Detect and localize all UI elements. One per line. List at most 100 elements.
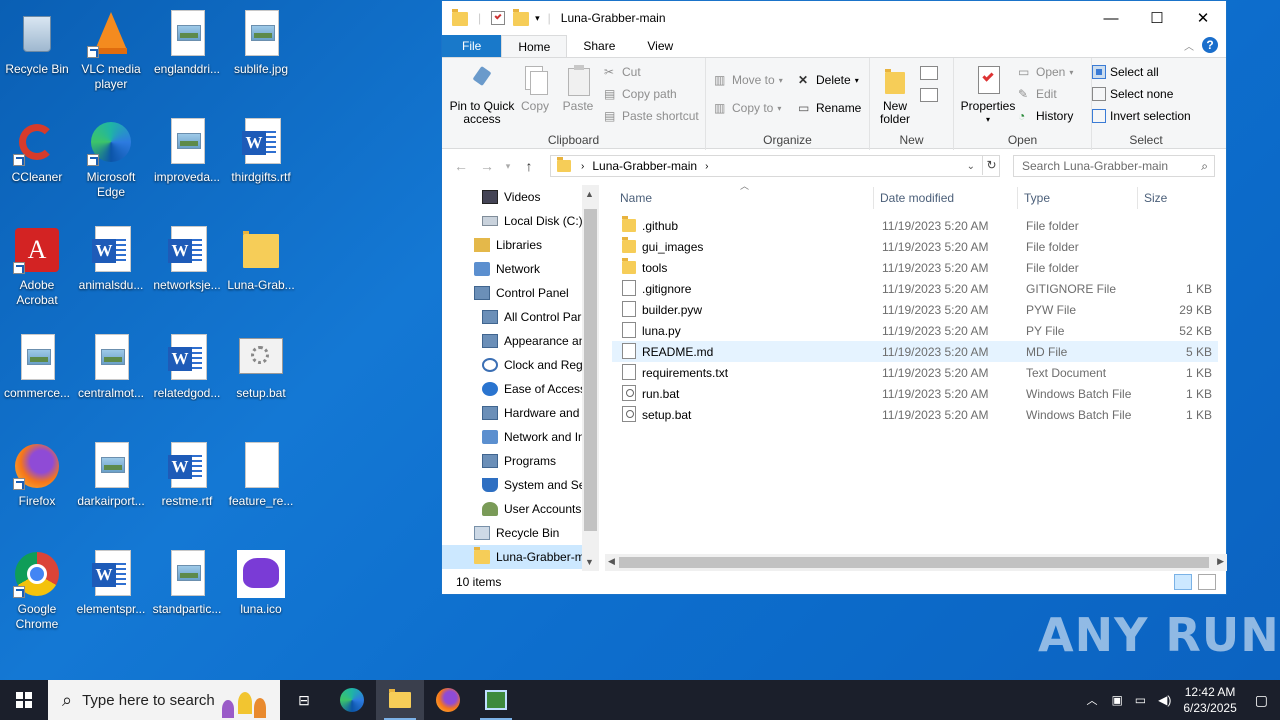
tab-file[interactable]: File — [442, 35, 502, 57]
nav-scroll-thumb[interactable] — [584, 209, 597, 531]
desktop-icon[interactable]: Wrelatedgod... — [150, 330, 224, 430]
nav-item[interactable]: Recycle Bin — [442, 521, 598, 545]
desktop-icon[interactable]: Wnetworksje... — [150, 222, 224, 322]
properties-quick-icon[interactable] — [491, 11, 506, 25]
scroll-down-icon[interactable]: ▼ — [585, 557, 594, 567]
desktop-icon[interactable]: VLC media player — [74, 6, 148, 106]
nav-item[interactable]: Programs — [442, 449, 598, 473]
collapse-ribbon-icon[interactable]: ︿ — [1184, 38, 1194, 53]
start-button[interactable] — [0, 680, 48, 720]
desktop-icon[interactable]: Microsoft Edge — [74, 114, 148, 214]
paste-shortcut-button[interactable]: ▤ Paste shortcut — [604, 106, 699, 126]
cut-button[interactable]: ✂ Cut — [604, 62, 641, 82]
select-all-button[interactable]: Select all — [1092, 62, 1159, 82]
new-item-icon[interactable] — [920, 66, 938, 80]
breadcrumb[interactable]: Luna-Grabber-main — [592, 159, 697, 173]
nav-item[interactable]: User Accounts — [442, 497, 598, 521]
large-icons-view-icon[interactable] — [1198, 574, 1216, 590]
file-row[interactable]: luna.py 11/19/2023 5:20 AM PY File 52 KB — [612, 320, 1218, 341]
clock[interactable]: 12:42 AM 6/23/2025 — [1183, 684, 1236, 716]
nav-item[interactable]: All Control Par — [442, 305, 598, 329]
forward-icon[interactable]: → — [474, 158, 500, 174]
up-icon[interactable]: ↑ — [516, 158, 542, 174]
file-row[interactable]: gui_images 11/19/2023 5:20 AM File folder — [612, 236, 1218, 257]
new-folder-button[interactable]: New folder — [874, 64, 916, 126]
nav-scrollbar[interactable]: ▲ ▼ — [582, 185, 599, 571]
close-icon[interactable]: ✕ — [1180, 1, 1226, 35]
refresh-icon[interactable]: ↻ — [982, 155, 1000, 175]
h-scroll-thumb[interactable] — [619, 557, 1209, 568]
nav-item[interactable]: System and Sec — [442, 473, 598, 497]
file-row[interactable]: tools 11/19/2023 5:20 AM File folder — [612, 257, 1218, 278]
address-bar[interactable]: › Luna-Grabber-main › ⌄ — [550, 155, 1000, 177]
pin-button[interactable]: Pin to Quick access — [448, 64, 516, 126]
desktop-icon[interactable]: Wthirdgifts.rtf — [224, 114, 298, 214]
copy-to-button[interactable]: ▥ Copy to ▾ — [714, 98, 781, 118]
device-icon[interactable]: ▣ — [1111, 693, 1122, 707]
taskbar-edge[interactable] — [328, 680, 376, 720]
network-icon[interactable]: ▭ — [1135, 693, 1146, 707]
desktop-icon[interactable]: englanddri... — [150, 6, 224, 106]
edit-button[interactable]: ✎ Edit — [1018, 84, 1057, 104]
taskbar-app[interactable] — [472, 680, 520, 720]
details-view-icon[interactable] — [1174, 574, 1192, 590]
minimize-icon[interactable]: — — [1088, 1, 1134, 35]
notifications-icon[interactable]: ▢ — [1255, 692, 1268, 709]
column-type[interactable]: Type — [1024, 191, 1050, 205]
nav-item[interactable]: Ease of Access — [442, 377, 598, 401]
desktop-icon[interactable]: Recycle Bin — [0, 6, 74, 106]
taskbar-search[interactable]: ⌕ Type here to search — [48, 680, 280, 720]
scroll-left-icon[interactable]: ◀ — [608, 556, 615, 567]
new-folder-quick-icon[interactable] — [513, 9, 530, 26]
nav-item[interactable]: Control Panel — [442, 281, 598, 305]
file-row[interactable]: README.md 11/19/2023 5:20 AM MD File 5 KB — [612, 341, 1218, 362]
tab-share[interactable]: Share — [567, 35, 631, 57]
column-size[interactable]: Size — [1144, 191, 1167, 205]
address-dropdown-icon[interactable]: ⌄ — [967, 161, 975, 172]
desktop-icon[interactable]: CCleaner — [0, 114, 74, 214]
search-input[interactable]: Search Luna-Grabber-main ⌕ — [1013, 155, 1215, 177]
desktop-icon[interactable]: Luna-Grab... — [224, 222, 298, 322]
column-name[interactable]: Name — [620, 191, 652, 205]
recent-locations-icon[interactable]: ▾ — [500, 161, 516, 172]
taskbar-firefox[interactable] — [424, 680, 472, 720]
open-button[interactable]: ▭ Open ▾ — [1018, 62, 1073, 82]
move-to-button[interactable]: ▥ Move to ▾ — [714, 70, 783, 90]
nav-item[interactable]: Videos — [442, 185, 598, 209]
desktop-icon[interactable]: darkairport... — [74, 438, 148, 538]
desktop-icon[interactable]: centralmot... — [74, 330, 148, 430]
desktop-icon[interactable]: A Adobe Acrobat — [0, 222, 74, 322]
desktop-icon[interactable]: luna.ico — [224, 546, 298, 646]
tab-view[interactable]: View — [631, 35, 689, 57]
history-button[interactable]: ◔ History — [1018, 106, 1073, 126]
nav-item[interactable]: Network and In — [442, 425, 598, 449]
scroll-up-icon[interactable]: ▲ — [585, 189, 594, 199]
help-icon[interactable]: ? — [1202, 37, 1218, 53]
back-icon[interactable]: ← — [448, 158, 474, 174]
nav-item[interactable]: Clock and Regi — [442, 353, 598, 377]
navigation-pane[interactable]: Videos Local Disk (C:) Libraries Network Con… — [442, 185, 598, 571]
desktop-icon[interactable]: Google Chrome — [0, 546, 74, 646]
rename-button[interactable]: ▭ Rename — [798, 98, 861, 118]
desktop-icon[interactable]: improveda... — [150, 114, 224, 214]
file-row[interactable]: requirements.txt 11/19/2023 5:20 AM Text D… — [612, 362, 1218, 383]
easy-access-icon[interactable] — [920, 88, 938, 102]
tab-home[interactable]: Home — [501, 35, 568, 57]
file-row[interactable]: run.bat 11/19/2023 5:20 AM Windows Batch F… — [612, 383, 1218, 404]
nav-item[interactable]: Local Disk (C:) — [442, 209, 598, 233]
desktop-icon[interactable]: standpartic... — [150, 546, 224, 646]
nav-item[interactable]: Hardware and — [442, 401, 598, 425]
nav-item[interactable]: Appearance an — [442, 329, 598, 353]
show-hidden-icons-icon[interactable]: ︿ — [1086, 692, 1097, 708]
nav-item[interactable]: Luna-Grabber-m — [442, 545, 598, 569]
desktop-icon[interactable]: sublife.jpg — [224, 6, 298, 106]
volume-icon[interactable]: ◀) — [1158, 693, 1171, 707]
nav-item[interactable]: Network — [442, 257, 598, 281]
desktop-icon[interactable]: Firefox — [0, 438, 74, 538]
horizontal-scrollbar[interactable]: ◀ ▶ — [605, 554, 1227, 571]
file-row[interactable]: builder.pyw 11/19/2023 5:20 AM PYW File 29 … — [612, 299, 1218, 320]
desktop-icon[interactable]: Wanimalsdu... — [74, 222, 148, 322]
desktop-icon[interactable]: Welementspr... — [74, 546, 148, 646]
paste-button[interactable]: Paste — [560, 64, 596, 113]
desktop-icon[interactable]: setup.bat — [224, 330, 298, 430]
